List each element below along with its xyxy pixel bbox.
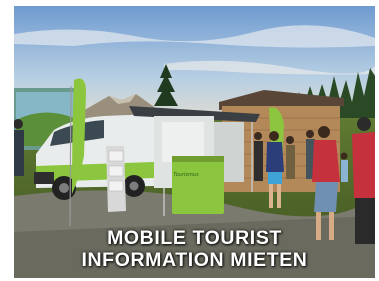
caption-line-2: INFORMATION MIETEN [81, 249, 308, 271]
counter-sign-text: Tourismus [173, 172, 199, 178]
info-counter [172, 156, 224, 214]
caption-line-1: MOBILE TOURIST [107, 227, 282, 249]
